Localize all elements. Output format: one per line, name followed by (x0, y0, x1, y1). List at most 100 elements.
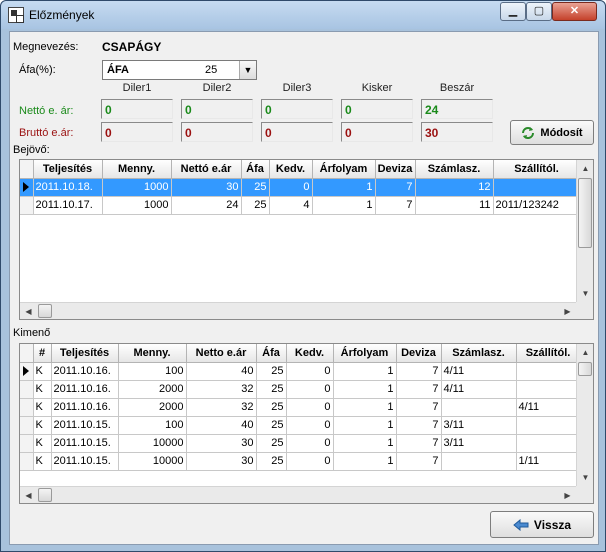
cell-teljesites[interactable]: 2011.10.15. (51, 434, 119, 453)
cell-netto[interactable]: 32 (186, 380, 257, 399)
cell-szamlasz[interactable]: 11 (415, 196, 494, 215)
cell-menny[interactable]: 10000 (118, 452, 187, 471)
cell-szallitol[interactable] (516, 380, 581, 399)
cell-szallitol[interactable] (516, 416, 581, 435)
cell-szallitol[interactable]: 1/11 (516, 452, 581, 471)
cell-netto[interactable]: 40 (186, 416, 257, 435)
cell-type[interactable]: K (33, 380, 52, 399)
cell-szallitol[interactable] (516, 362, 581, 381)
incoming-col-kedv[interactable]: Kedv. (269, 160, 313, 179)
cell-netto[interactable]: 32 (186, 398, 257, 417)
outgoing-row[interactable]: K 2011.10.16. 2000 32 25 0 1 7 4/11 (20, 398, 581, 417)
outgoing-col-teljesites[interactable]: Teljesítés (51, 344, 119, 363)
incoming-col-menny[interactable]: Menny. (102, 160, 172, 179)
cell-teljesites[interactable]: 2011.10.16. (51, 398, 119, 417)
cell-menny[interactable]: 1000 (102, 196, 172, 215)
cell-afa[interactable]: 25 (256, 398, 287, 417)
cell-afa[interactable]: 25 (256, 452, 287, 471)
cell-netto[interactable]: 30 (186, 452, 257, 471)
cell-afa[interactable]: 25 (256, 380, 287, 399)
cell-type[interactable]: K (33, 434, 52, 453)
incoming-vertical-scrollbar[interactable]: ▲ ▼ (576, 160, 593, 302)
cell-menny[interactable]: 100 (118, 416, 187, 435)
cell-arfolyam[interactable]: 1 (333, 452, 397, 471)
outgoing-col-afa[interactable]: Áfa (256, 344, 287, 363)
outgoing-row[interactable]: K 2011.10.16. 2000 32 25 0 1 7 4/11 (20, 380, 581, 399)
cell-afa[interactable]: 25 (241, 196, 270, 215)
cell-netto[interactable]: 24 (171, 196, 242, 215)
cell-deviza[interactable]: 7 (396, 434, 442, 453)
outgoing-row[interactable]: K 2011.10.16. 100 40 25 0 1 7 4/11 (20, 362, 581, 381)
cell-szallitol[interactable] (493, 178, 581, 197)
outgoing-col-netto[interactable]: Netto e.ár (186, 344, 257, 363)
scroll-up-icon[interactable]: ▲ (577, 344, 593, 361)
incoming-grid[interactable]: Teljesítés Menny. Nettó e.ár Áfa Kedv. Á… (19, 159, 594, 320)
outgoing-col-szamlasz[interactable]: Számlasz. (441, 344, 517, 363)
incoming-row[interactable]: 2011.10.17. 1000 24 25 4 1 7 11 2011/123… (20, 196, 581, 215)
scroll-right-icon[interactable]: ▶ (559, 487, 576, 503)
incoming-horizontal-scrollbar[interactable]: ◀ ▶ (20, 302, 576, 319)
incoming-col-deviza[interactable]: Deviza (375, 160, 416, 179)
cell-deviza[interactable]: 7 (396, 416, 442, 435)
cell-deviza[interactable]: 7 (375, 178, 416, 197)
back-button[interactable]: Vissza (490, 511, 594, 538)
cell-menny[interactable]: 2000 (118, 398, 187, 417)
outgoing-grid[interactable]: # Teljesítés Menny. Netto e.ár Áfa Kedv.… (19, 343, 594, 504)
scroll-left-icon[interactable]: ◀ (20, 487, 37, 503)
scroll-right-icon[interactable]: ▶ (559, 303, 576, 319)
outgoing-horizontal-scrollbar[interactable]: ◀ ▶ (20, 486, 576, 503)
cell-arfolyam[interactable]: 1 (312, 178, 376, 197)
cell-kedv[interactable]: 0 (286, 380, 334, 399)
cell-arfolyam[interactable]: 1 (333, 434, 397, 453)
incoming-col-teljesites[interactable]: Teljesítés (33, 160, 103, 179)
cell-menny[interactable]: 100 (118, 362, 187, 381)
incoming-col-szamlasz[interactable]: Számlasz. (415, 160, 494, 179)
cell-netto[interactable]: 40 (186, 362, 257, 381)
cell-afa[interactable]: 25 (256, 362, 287, 381)
cell-afa[interactable]: 25 (256, 416, 287, 435)
cell-teljesites[interactable]: 2011.10.16. (51, 362, 119, 381)
cell-deviza[interactable]: 7 (396, 380, 442, 399)
incoming-col-netto[interactable]: Nettó e.ár (171, 160, 242, 179)
cell-kedv[interactable]: 0 (286, 362, 334, 381)
cell-szamlasz[interactable] (441, 452, 517, 471)
outgoing-col-arfolyam[interactable]: Árfolyam (333, 344, 397, 363)
cell-kedv[interactable]: 0 (286, 398, 334, 417)
outgoing-col-type[interactable]: # (33, 344, 52, 363)
cell-szamlasz[interactable]: 12 (415, 178, 494, 197)
cell-deviza[interactable]: 7 (396, 452, 442, 471)
cell-deviza[interactable]: 7 (375, 196, 416, 215)
outgoing-col-kedv[interactable]: Kedv. (286, 344, 334, 363)
cell-deviza[interactable]: 7 (396, 398, 442, 417)
cell-szallitol[interactable] (516, 434, 581, 453)
cell-teljesites[interactable]: 2011.10.16. (51, 380, 119, 399)
cell-type[interactable]: K (33, 362, 52, 381)
scroll-thumb[interactable] (38, 304, 52, 318)
close-button[interactable]: ✕ (552, 2, 597, 21)
cell-teljesites[interactable]: 2011.10.15. (51, 452, 119, 471)
scroll-down-icon[interactable]: ▼ (577, 469, 593, 486)
cell-szallitol[interactable]: 4/11 (516, 398, 581, 417)
cell-type[interactable]: K (33, 398, 52, 417)
cell-teljesites[interactable]: 2011.10.18. (33, 178, 103, 197)
cell-szamlasz[interactable]: 3/11 (441, 416, 517, 435)
outgoing-row[interactable]: K 2011.10.15. 10000 30 25 0 1 7 1/11 (20, 452, 581, 471)
outgoing-col-deviza[interactable]: Deviza (396, 344, 442, 363)
cell-szamlasz[interactable] (441, 398, 517, 417)
modify-button[interactable]: Módosít (510, 120, 594, 145)
cell-deviza[interactable]: 7 (396, 362, 442, 381)
outgoing-row[interactable]: K 2011.10.15. 100 40 25 0 1 7 3/11 (20, 416, 581, 435)
incoming-col-szallitol[interactable]: Szállítól. (493, 160, 581, 179)
cell-arfolyam[interactable]: 1 (312, 196, 376, 215)
scroll-thumb[interactable] (38, 488, 52, 502)
cell-type[interactable]: K (33, 416, 52, 435)
cell-szamlasz[interactable]: 4/11 (441, 380, 517, 399)
cell-kedv[interactable]: 4 (269, 196, 313, 215)
scroll-thumb[interactable] (578, 362, 592, 376)
cell-menny[interactable]: 10000 (118, 434, 187, 453)
cell-type[interactable]: K (33, 452, 52, 471)
cell-menny[interactable]: 1000 (102, 178, 172, 197)
cell-szamlasz[interactable]: 3/11 (441, 434, 517, 453)
outgoing-col-menny[interactable]: Menny. (118, 344, 187, 363)
cell-afa[interactable]: 25 (256, 434, 287, 453)
